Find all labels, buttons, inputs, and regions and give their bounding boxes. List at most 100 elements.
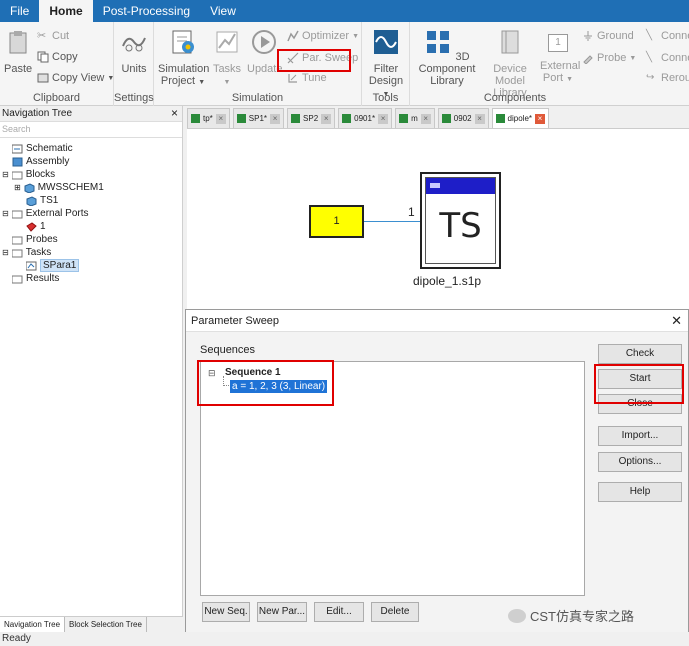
- connection-wire[interactable]: [364, 221, 421, 222]
- touchstone-block[interactable]: TS: [420, 172, 501, 269]
- update-button[interactable]: Update: [247, 28, 282, 75]
- tree-item-ts1[interactable]: TS1: [26, 194, 58, 207]
- doc-tab-tp[interactable]: tp* ×: [187, 108, 230, 128]
- new-sequence-button[interactable]: New Seq.: [202, 602, 250, 622]
- close-icon[interactable]: ×: [535, 113, 546, 124]
- menu-home[interactable]: Home: [39, 0, 93, 22]
- sequences-label: Sequences: [200, 344, 256, 356]
- tasks-button[interactable]: Tasks ▼: [212, 28, 242, 89]
- tree-item-blocks[interactable]: ⊟ Blocks: [2, 168, 55, 181]
- reroute-button[interactable]: ↪ Reroute: [646, 72, 689, 84]
- external-port-block[interactable]: 1: [309, 205, 364, 238]
- collapse-icon[interactable]: ⊟: [2, 248, 9, 257]
- help-button[interactable]: Help: [598, 482, 682, 502]
- connect-button[interactable]: ╲ Connec: [646, 30, 689, 42]
- close-icon[interactable]: ×: [420, 113, 431, 124]
- chevron-down-icon: ▼: [629, 54, 637, 62]
- play-icon: [252, 30, 276, 54]
- tree-item-results[interactable]: Results: [12, 272, 59, 285]
- tab-block-selection-tree[interactable]: Block Selection Tree: [65, 617, 147, 632]
- tools-group-label: Tools: [372, 92, 399, 104]
- close-icon[interactable]: ×: [215, 113, 226, 124]
- copy-icon: [37, 51, 49, 63]
- filter-design-button[interactable]: Filter Design ▼: [368, 28, 404, 101]
- close-icon[interactable]: ×: [171, 106, 178, 120]
- 3d-component-library-button[interactable]: 3D Component Library: [416, 28, 478, 87]
- menu-file[interactable]: File: [0, 0, 39, 22]
- doc-tab-sp1[interactable]: SP1* ×: [232, 108, 285, 128]
- tree-item-probes[interactable]: Probes: [12, 233, 58, 246]
- search-input[interactable]: Search: [0, 122, 182, 138]
- doc-tab-dipole[interactable]: dipole* ×: [491, 108, 550, 128]
- ground-button[interactable]: Ground: [582, 30, 634, 42]
- edit-button[interactable]: Edit...: [314, 602, 364, 622]
- ribbon-group-settings: Units Settings: [114, 22, 154, 106]
- optimizer-icon: [287, 30, 299, 42]
- check-button[interactable]: Check: [598, 344, 682, 364]
- menu-post-processing[interactable]: Post-Processing: [93, 0, 200, 22]
- schematic-icon: [342, 114, 352, 123]
- copy-button[interactable]: Copy: [37, 51, 78, 63]
- doc-tab-0902[interactable]: 0902 ×: [437, 108, 489, 128]
- chevron-down-icon: ▼: [198, 79, 206, 86]
- delete-button[interactable]: Delete: [371, 602, 419, 622]
- ground-icon: [584, 31, 592, 41]
- doc-tab-m[interactable]: m ×: [395, 108, 435, 128]
- navigation-tabs: Navigation Tree Block Selection Tree: [0, 616, 183, 632]
- new-parameter-button[interactable]: New Par...: [257, 602, 307, 622]
- options-button[interactable]: Options...: [598, 452, 682, 472]
- schematic-canvas[interactable]: 1 1 TS dipole_1.s1p: [187, 128, 689, 310]
- folder-icon: [12, 275, 23, 283]
- block-text: TS: [439, 206, 482, 246]
- tune-button[interactable]: Tune: [287, 72, 327, 84]
- close-icon[interactable]: ×: [321, 113, 332, 124]
- units-button[interactable]: Units: [118, 28, 150, 75]
- optimizer-button[interactable]: Optimizer ▼: [287, 30, 359, 42]
- reroute-icon: ↪: [646, 72, 655, 83]
- doc-tab-0901[interactable]: 0901* ×: [338, 108, 393, 128]
- close-icon[interactable]: ×: [270, 113, 281, 124]
- probe-button[interactable]: Probe ▼: [582, 52, 636, 64]
- tree-item-assembly[interactable]: Assembly: [12, 155, 69, 168]
- port-pin-label: 1: [408, 205, 415, 219]
- touchstone-window: TS: [425, 177, 496, 264]
- folder-icon: [11, 249, 23, 257]
- tree-item-schematic[interactable]: Schematic: [12, 142, 73, 155]
- tree-item-port-1[interactable]: 1: [26, 220, 46, 233]
- doc-tab-sp2[interactable]: SP2 ×: [287, 108, 336, 128]
- folder-icon: [11, 171, 23, 179]
- scissors-icon: ✂: [37, 30, 47, 42]
- external-port-icon: 1: [548, 34, 568, 52]
- close-icon[interactable]: ×: [474, 113, 485, 124]
- collapse-icon[interactable]: ⊟: [2, 170, 9, 179]
- close-icon[interactable]: ✕: [671, 313, 682, 329]
- clipboard-group-label: Clipboard: [32, 92, 81, 104]
- ribbon-group-clipboard: Paste ✂ Cut Copy Copy View ▼ Clipboard: [0, 22, 114, 106]
- copy-view-button[interactable]: Copy View ▼: [37, 72, 114, 84]
- paste-icon: [9, 31, 27, 54]
- collapse-icon[interactable]: ⊟: [2, 209, 9, 218]
- tree-item-mwsschem1[interactable]: ⊞ MWSSCHEM1: [14, 181, 104, 194]
- tree-item-tasks[interactable]: ⊟ Tasks: [2, 246, 51, 259]
- tree-item-spara1[interactable]: SPara1: [26, 259, 80, 272]
- schematic-icon: [291, 114, 301, 123]
- import-button[interactable]: Import...: [598, 426, 682, 446]
- probe-icon: [583, 55, 593, 64]
- navigation-tree-header: Navigation Tree ×: [0, 106, 182, 122]
- cut-button[interactable]: ✂ Cut: [37, 30, 69, 42]
- tree-item-external-ports[interactable]: ⊟ External Ports: [2, 207, 89, 220]
- connect-2-button[interactable]: ╲ Connec: [646, 52, 689, 64]
- expand-icon[interactable]: ⊞: [14, 183, 21, 192]
- tab-navigation-tree[interactable]: Navigation Tree: [0, 617, 66, 632]
- simulation-project-button[interactable]: Simulation Project ▼: [158, 28, 209, 89]
- schematic-icon: [12, 144, 23, 153]
- close-icon[interactable]: ×: [378, 113, 389, 124]
- menu-bar: File Home Post-Processing View: [0, 0, 689, 22]
- simulation-group-label: Simulation: [231, 92, 284, 104]
- external-port-button[interactable]: 1 External Port ▼: [540, 28, 580, 86]
- start-highlight: [594, 364, 684, 404]
- menu-view[interactable]: View: [200, 0, 246, 22]
- task-icon: [26, 261, 37, 270]
- device-model-library-button[interactable]: Device Model Library: [481, 28, 539, 99]
- paste-button[interactable]: Paste: [4, 28, 32, 75]
